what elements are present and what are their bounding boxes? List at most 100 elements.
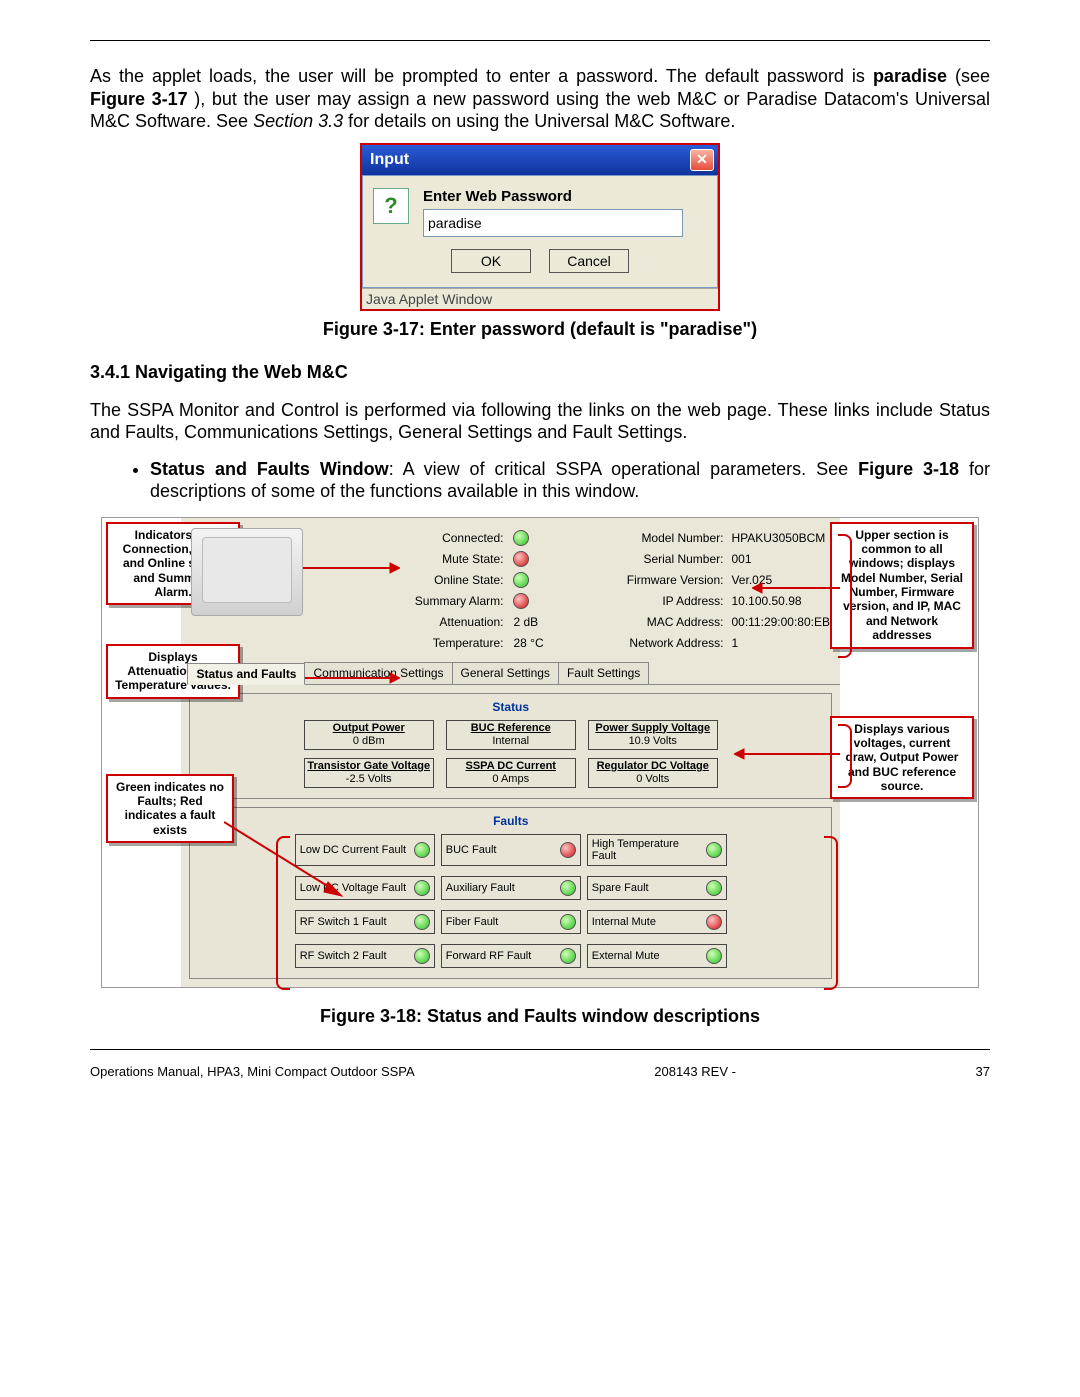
fault-led-icon — [706, 948, 722, 964]
status-box-name: Regulator DC Voltage — [591, 760, 715, 773]
fault-box-name: BUC Fault — [446, 844, 554, 856]
status-box-value: -2.5 Volts — [307, 773, 431, 786]
figure-ref: Figure 3-18 — [858, 459, 959, 479]
fault-led-icon — [706, 842, 722, 858]
tab-fault-settings[interactable]: Fault Settings — [558, 662, 649, 684]
fault-led-icon — [706, 914, 722, 930]
fault-box: External Mute — [587, 944, 727, 968]
status-title: Status — [196, 698, 825, 720]
callout-fault-colors: Green indicates no Faults; Red indicates… — [106, 774, 234, 844]
status-led-icon — [513, 593, 529, 609]
figure-18-caption: Figure 3-18: Status and Faults window de… — [90, 1006, 990, 1027]
bracket-right-mid — [838, 724, 852, 788]
kv-label: Network Address: — [573, 636, 731, 650]
status-box-name: BUC Reference — [449, 722, 573, 735]
dialog-body: ? Enter Web Password OK Cancel — [362, 175, 718, 288]
kv-label: Firmware Version: — [573, 573, 731, 587]
fault-box-name: External Mute — [592, 950, 700, 962]
kv-label: Temperature: — [303, 636, 513, 650]
status-box-value: 10.9 Volts — [591, 735, 715, 748]
kv-row: Temperature:28 °CNetwork Address:1 — [303, 633, 830, 654]
kv-value: 00:11:29:00:80:EB — [731, 615, 830, 629]
text-bold: paradise — [873, 66, 947, 86]
status-box: BUC ReferenceInternal — [446, 720, 576, 750]
kv-row: Attenuation:2 dBMAC Address:00:11:29:00:… — [303, 612, 830, 633]
kv-label: Serial Number: — [573, 552, 731, 566]
bottom-rule — [90, 1049, 990, 1050]
device-image — [191, 528, 303, 616]
fault-box: Fiber Fault — [441, 910, 581, 934]
status-box-value: Internal — [449, 735, 573, 748]
status-box-value: 0 dBm — [307, 735, 431, 748]
fault-box-name: Fiber Fault — [446, 916, 554, 928]
fault-led-icon — [414, 880, 430, 896]
fault-box: Spare Fault — [587, 876, 727, 900]
bracket-left-bottom — [276, 836, 290, 990]
text: for details on using the Universal M&C S… — [348, 111, 735, 131]
status-led-icon — [513, 551, 529, 567]
question-icon: ? — [373, 188, 409, 224]
kv-value: 2 dB — [513, 615, 573, 629]
status-box-value: 0 Amps — [449, 773, 573, 786]
text: As the applet loads, the user will be pr… — [90, 66, 873, 86]
fault-box-name: RF Switch 2 Fault — [300, 950, 408, 962]
footer-right: 37 — [976, 1064, 990, 1079]
dialog-label: Enter Web Password — [423, 188, 683, 205]
fault-box-name: Spare Fault — [592, 882, 700, 894]
fault-box-name: Auxiliary Fault — [446, 882, 554, 894]
status-box-name: Output Power — [307, 722, 431, 735]
fault-box: RF Switch 1 Fault — [295, 910, 435, 934]
tab-bar: Status and FaultsCommunication SettingsG… — [187, 662, 840, 685]
status-box-name: SSPA DC Current — [449, 760, 573, 773]
fault-led-icon — [560, 880, 576, 896]
bullet-status-faults: Status and Faults Window: A view of crit… — [150, 458, 990, 503]
input-dialog: Input ✕ ? Enter Web Password OK Cancel J… — [360, 143, 720, 311]
bullet-list: Status and Faults Window: A view of crit… — [150, 458, 990, 503]
text: : A view of critical SSPA operational pa… — [389, 459, 858, 479]
dialog-titlebar: Input ✕ — [362, 145, 718, 175]
bracket-right-bottom — [824, 836, 838, 990]
status-led-icon — [513, 530, 529, 546]
kv-label: Model Number: — [573, 531, 731, 545]
kv-value — [513, 551, 573, 567]
kv-value: 28 °C — [513, 636, 573, 650]
top-rule — [90, 40, 990, 41]
kv-label: MAC Address: — [573, 615, 731, 629]
kv-label: IP Address: — [573, 594, 731, 608]
status-box: Output Power0 dBm — [304, 720, 434, 750]
status-box: Regulator DC Voltage0 Volts — [588, 758, 718, 788]
arrow — [752, 578, 840, 598]
fault-box: BUC Fault — [441, 834, 581, 866]
kv-value: 001 — [731, 552, 830, 566]
status-box: SSPA DC Current0 Amps — [446, 758, 576, 788]
fault-box: Internal Mute — [587, 910, 727, 934]
password-input[interactable] — [423, 209, 683, 237]
paragraph-2: The SSPA Monitor and Control is performe… — [90, 399, 990, 444]
fault-box: RF Switch 2 Fault — [295, 944, 435, 968]
ok-button[interactable]: OK — [451, 249, 531, 273]
fault-led-icon — [414, 842, 430, 858]
status-box-value: 0 Volts — [591, 773, 715, 786]
section-ref: Section 3.3 — [253, 111, 343, 131]
fault-box-name: Internal Mute — [592, 916, 700, 928]
close-icon[interactable]: ✕ — [690, 149, 714, 171]
arrow — [734, 744, 840, 764]
fault-box-name: Forward RF Fault — [446, 950, 554, 962]
figure-ref: Figure 3-17 — [90, 89, 188, 109]
fault-box-name: RF Switch 1 Fault — [300, 916, 408, 928]
figure-18-container: Indicators for Connection, Mute and Onli… — [101, 517, 979, 989]
figure-17-caption: Figure 3-17: Enter password (default is … — [90, 319, 990, 340]
fault-led-icon — [706, 880, 722, 896]
tab-general-settings[interactable]: General Settings — [452, 662, 559, 684]
tab-status-and-faults[interactable]: Status and Faults — [187, 663, 305, 685]
bullet-title: Status and Faults Window — [150, 459, 389, 479]
status-grid: Output Power0 dBmBUC ReferenceInternalPo… — [196, 720, 825, 789]
fault-box-name: High Temperature Fault — [592, 838, 700, 862]
kv-value: 1 — [731, 636, 830, 650]
fault-led-icon — [414, 948, 430, 964]
kv-label: Connected: — [303, 531, 513, 545]
text: (see — [955, 66, 990, 86]
page-footer: Operations Manual, HPA3, Mini Compact Ou… — [90, 1064, 990, 1079]
fault-box: Auxiliary Fault — [441, 876, 581, 900]
cancel-button[interactable]: Cancel — [549, 249, 629, 273]
